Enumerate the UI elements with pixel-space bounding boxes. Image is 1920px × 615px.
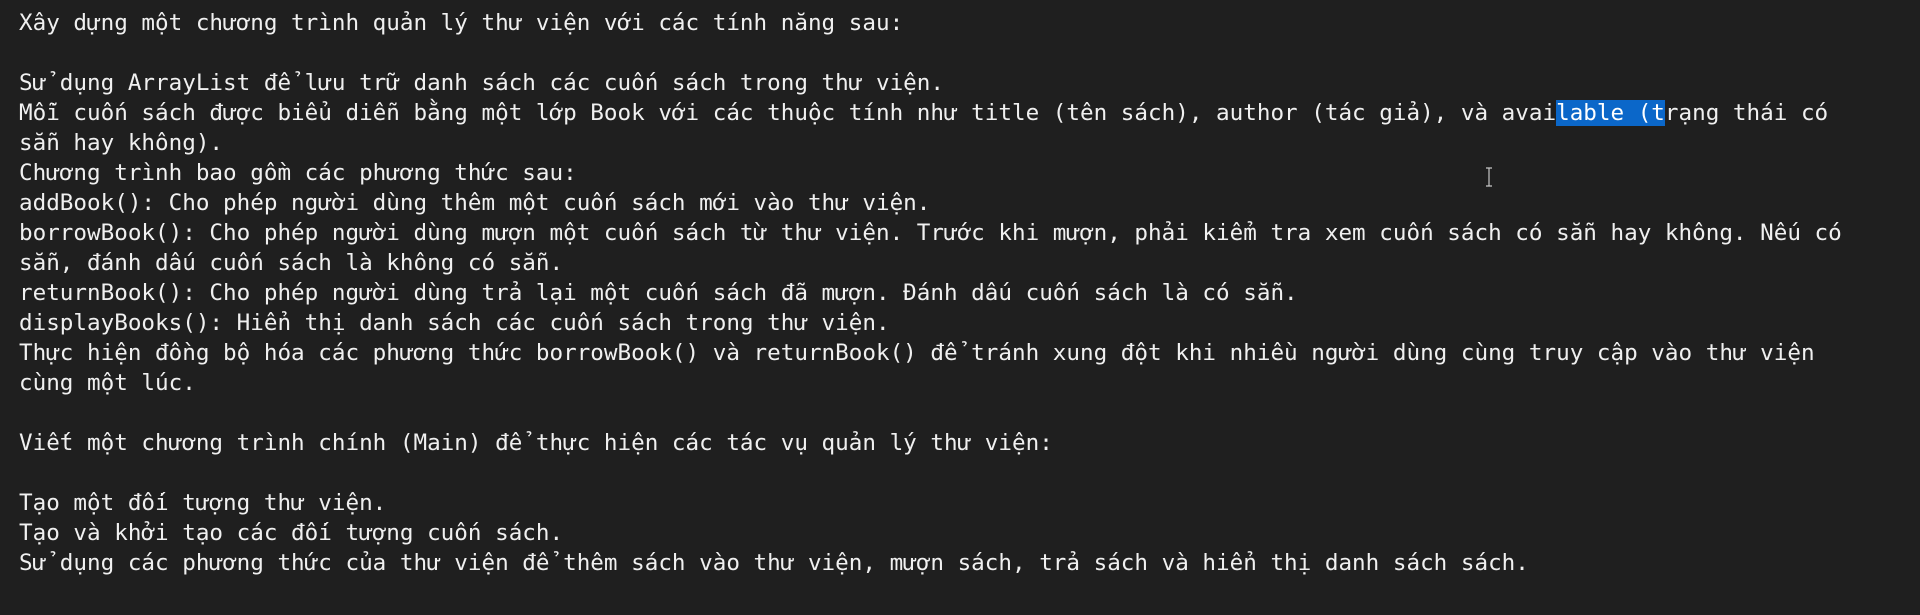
text-after-selection: rạng thái có [1664,100,1829,126]
text-line-14 [19,398,1920,428]
text-line-12: Thực hiện đồng bộ hóa các phương thức bo… [19,340,1815,366]
text-line-9: sẵn, đánh dấu cuốn sách là không có sẵn. [19,250,564,276]
text-editor[interactable]: Xây dựng một chương trình quản lý thư vi… [0,0,1920,615]
text-before-selection: Mỗi cuốn sách được biểu diễn bằng một lớ… [19,100,1557,126]
text-line-16 [19,458,1920,488]
text-line-11: displayBooks(): Hiển thị danh sách các c… [19,310,890,336]
text-line-6: Chương trình bao gồm các phương thức sau… [19,160,577,186]
text-cursor-icon [1486,167,1492,187]
text-line-1: Xây dựng một chương trình quản lý thư vi… [19,10,904,36]
text-line-10: returnBook(): Cho phép người dùng trả lạ… [19,280,1298,306]
text-line-18: Tạo và khởi tạo các đối tượng cuốn sách. [19,520,564,546]
text-line-8: borrowBook(): Cho phép người dùng mượn m… [19,220,1842,246]
text-line-3: Sử dụng ArrayList để lưu trữ danh sách c… [19,70,944,96]
text-line-15: Viết một chương trình chính (Main) để th… [19,430,1053,456]
text-selection: lable (t [1556,100,1665,126]
text-line-7: addBook(): Cho phép người dùng thêm một … [19,190,931,216]
text-line-13: cùng một lúc. [19,370,196,396]
text-line-19: Sử dụng các phương thức của thư viện để … [19,550,1529,576]
text-line-17: Tạo một đối tượng thư viện. [19,490,387,516]
text-line-5: sẵn hay không). [19,130,224,156]
text-line-2 [19,38,1920,68]
text-line-4: Mỗi cuốn sách được biểu diễn bằng một lớ… [19,98,1920,128]
